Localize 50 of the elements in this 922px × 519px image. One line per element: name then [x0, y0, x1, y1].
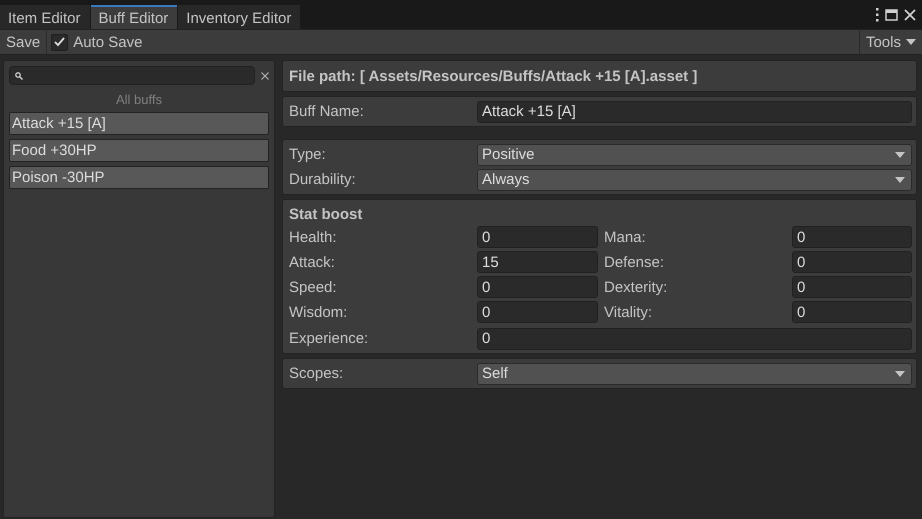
field-label: Defense:	[603, 254, 666, 270]
checkbox-label: Auto Save	[73, 34, 142, 50]
tab[interactable]: Inventory Editor	[178, 5, 300, 29]
field-label: Vitality:	[603, 304, 654, 320]
input-field[interactable]: 0	[792, 251, 912, 273]
tab[interactable]: Buff Editor	[90, 5, 178, 29]
input-field[interactable]: 15	[477, 251, 598, 273]
field-label: Buff Name:	[289, 103, 365, 120]
field-label: Wisdom:	[289, 304, 348, 320]
dropdown[interactable]: Always	[477, 168, 912, 190]
input-field[interactable]: 0	[792, 226, 912, 248]
input-field[interactable]: 0	[477, 226, 598, 248]
save-button[interactable]: Save	[0, 30, 48, 54]
check-icon	[54, 37, 66, 47]
more-icon[interactable]	[875, 8, 879, 22]
field-label: Health:	[289, 228, 338, 246]
field-label: Dexterity:	[603, 278, 668, 296]
input-field[interactable]: 0	[792, 301, 912, 323]
list-title: All buffs	[114, 92, 163, 107]
field-label: Experience:	[289, 330, 370, 347]
field-label: Durability:	[289, 171, 357, 188]
caret-icon	[895, 152, 905, 158]
section-title: Stat boost	[289, 204, 364, 224]
auto-save-checkbox[interactable]	[51, 34, 68, 50]
field-label: Type:	[289, 146, 327, 163]
buff-list-item[interactable]: Food +30HP	[9, 139, 269, 162]
caret-icon	[895, 176, 905, 182]
caret-icon	[906, 39, 916, 45]
caret-icon	[895, 370, 905, 376]
close-icon[interactable]	[904, 8, 916, 20]
dropdown[interactable]: Self	[477, 362, 912, 384]
buff-list-item[interactable]: Poison -30HP	[9, 166, 269, 189]
file-path: File path: [ Assets/Resources/Buffs/Attack +15 [A].asset ]	[282, 60, 917, 92]
input-field[interactable]: 0	[792, 276, 912, 298]
search-field[interactable]	[9, 66, 255, 85]
dropdown[interactable]: Positive	[477, 144, 912, 166]
input-field[interactable]: 0	[477, 301, 598, 323]
search-icon	[15, 72, 23, 80]
field-label: Speed:	[289, 278, 338, 296]
field-label: Mana:	[603, 228, 647, 246]
field-label: Attack:	[289, 254, 336, 270]
tools-menu[interactable]: Tools	[858, 30, 922, 54]
clear-icon[interactable]	[261, 72, 269, 80]
tab[interactable]: Item Editor	[0, 5, 90, 29]
input-field[interactable]: 0	[477, 328, 912, 350]
input-field[interactable]: Attack +15 [A]	[477, 100, 912, 122]
field-label: Scopes:	[289, 365, 344, 382]
maximize-icon[interactable]	[885, 8, 898, 20]
input-field[interactable]: 0	[477, 276, 598, 298]
buff-list-item[interactable]: Attack +15 [A]	[9, 112, 269, 135]
